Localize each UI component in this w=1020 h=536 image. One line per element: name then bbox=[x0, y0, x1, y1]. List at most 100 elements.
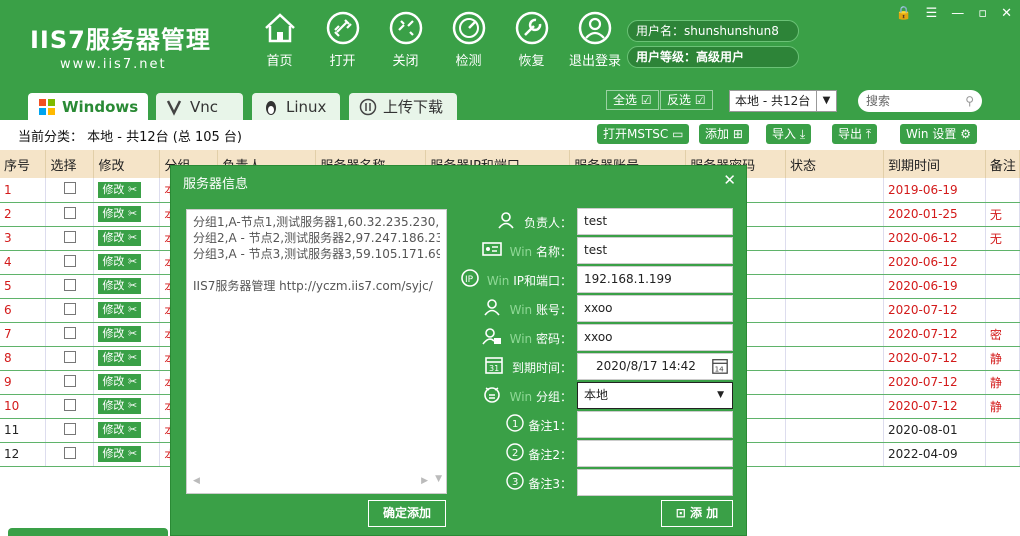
note3-row: 3 备注3： bbox=[451, 469, 736, 498]
col-header[interactable]: 备注 bbox=[985, 150, 1020, 178]
nav-close-button[interactable]: 关闭 bbox=[374, 10, 437, 70]
scroll-left-icon[interactable]: ◀ bbox=[193, 473, 200, 489]
maximize-icon[interactable]: ▫ bbox=[978, 6, 987, 21]
search-input[interactable]: 搜索 ⚲ bbox=[858, 90, 982, 112]
open-mstsc-button[interactable]: 打开MSTSC ▭ bbox=[597, 124, 690, 144]
row-modify-button[interactable]: 修改 ✂ bbox=[98, 326, 142, 342]
tab-linux[interactable]: Linux bbox=[252, 93, 340, 120]
bulk-import-textarea[interactable]: 分组1,A-节点1,测试服务器1,60.32.235.230,ad 分组2,A … bbox=[186, 209, 447, 494]
row-modify-button[interactable]: 修改 ✂ bbox=[98, 374, 142, 390]
user-info: 用户名：shunshunshun8 用户等级：高级用户 bbox=[627, 20, 799, 72]
password-row: Win 密码： xxoo bbox=[451, 324, 736, 353]
row-modify-button[interactable]: 修改 ✂ bbox=[98, 446, 142, 462]
row-note: 无 bbox=[985, 202, 1020, 227]
scroll-down-icon[interactable]: ▼ bbox=[435, 471, 442, 487]
toolbar: 当前分类： 本地 - 共12台 (总 105 台) 打开MSTSC ▭ 添加 ⊞… bbox=[0, 120, 1020, 148]
nav-logout-button[interactable]: 退出登录 bbox=[563, 10, 627, 70]
lock-icon[interactable]: 🔒 bbox=[895, 6, 911, 21]
tab-vnc-label: Vnc bbox=[190, 97, 219, 116]
row-modify-button[interactable]: 修改 ✂ bbox=[98, 350, 142, 366]
svg-text:IP: IP bbox=[465, 275, 474, 285]
row-modify-button[interactable]: 修改 ✂ bbox=[98, 302, 142, 318]
menu-icon[interactable]: ☰ bbox=[926, 6, 938, 21]
group-select-field[interactable]: 本地 ▼ bbox=[577, 382, 733, 409]
row-checkbox[interactable] bbox=[63, 206, 76, 219]
row-modify-cell: 修改 ✂ bbox=[93, 322, 161, 347]
row-checkbox[interactable] bbox=[63, 446, 76, 459]
owner-field[interactable]: test bbox=[577, 208, 733, 235]
minimize-icon[interactable]: — bbox=[951, 6, 964, 21]
row-checkbox[interactable] bbox=[63, 230, 76, 243]
nav-check-button[interactable]: 检测 bbox=[437, 10, 500, 70]
dropdown-arrow-icon[interactable]: ▼ bbox=[717, 383, 724, 408]
name-label-text: 名称： bbox=[535, 245, 572, 259]
add-button[interactable]: ⊡ 添 加 bbox=[661, 500, 733, 527]
row-checkbox[interactable] bbox=[63, 302, 76, 315]
scroll-right-icon[interactable]: ▶ bbox=[421, 473, 428, 489]
row-number: 2 bbox=[0, 202, 47, 227]
ip-port-field[interactable]: 192.168.1.199 bbox=[577, 266, 733, 293]
row-status bbox=[785, 298, 884, 323]
row-number: 11 bbox=[0, 418, 47, 443]
confirm-add-button[interactable]: 确定添加 bbox=[368, 500, 446, 527]
row-checkbox[interactable] bbox=[63, 422, 76, 435]
row-checkbox[interactable] bbox=[63, 326, 76, 339]
group-select[interactable]: 本地 - 共12台 ▼ bbox=[729, 90, 837, 112]
col-header[interactable]: 序号 bbox=[0, 150, 47, 178]
col-header[interactable]: 到期时间 bbox=[883, 150, 986, 178]
row-note bbox=[985, 298, 1020, 323]
col-header[interactable]: 修改 bbox=[93, 150, 161, 178]
bottom-scrollbar[interactable] bbox=[8, 528, 168, 536]
col-header[interactable]: 状态 bbox=[785, 150, 884, 178]
row-modify-button[interactable]: 修改 ✂ bbox=[98, 230, 142, 246]
select-all-button[interactable]: 全选 ☑ bbox=[606, 90, 659, 110]
person-icon bbox=[482, 297, 502, 317]
invert-select-button[interactable]: 反选 ☑ bbox=[660, 90, 713, 110]
row-modify-button[interactable]: 修改 ✂ bbox=[98, 422, 142, 438]
row-checkbox[interactable] bbox=[63, 398, 76, 411]
name-field[interactable]: test bbox=[577, 237, 733, 264]
row-expire-date: 2020-01-25 bbox=[883, 202, 986, 227]
ip-row: IP Win IP和端口： 192.168.1.199 bbox=[451, 266, 736, 295]
row-modify-button[interactable]: 修改 ✂ bbox=[98, 206, 142, 222]
close-icon[interactable]: ✕ bbox=[1001, 6, 1012, 21]
win-settings-button[interactable]: Win 设置 ⚙ bbox=[900, 124, 977, 144]
tab-upload-download[interactable]: 上传下载 bbox=[349, 93, 457, 120]
note1-field[interactable] bbox=[577, 411, 733, 438]
row-checkbox[interactable] bbox=[63, 254, 76, 267]
row-modify-button[interactable]: 修改 ✂ bbox=[98, 254, 142, 270]
add-server-button[interactable]: 添加 ⊞ bbox=[699, 124, 749, 144]
row-number: 3 bbox=[0, 226, 47, 251]
checkbox-icon: ☑ bbox=[640, 93, 652, 107]
tab-vnc[interactable]: Vnc bbox=[156, 93, 243, 120]
note3-field[interactable] bbox=[577, 469, 733, 496]
row-modify-button[interactable]: 修改 ✂ bbox=[98, 181, 142, 198]
windows-icon bbox=[38, 98, 56, 116]
calendar-picker-icon[interactable]: 14 bbox=[711, 357, 729, 384]
row-modify-button[interactable]: 修改 ✂ bbox=[98, 278, 142, 294]
modify-label: 修改 bbox=[102, 182, 125, 196]
search-icon[interactable]: ⚲ bbox=[965, 90, 974, 112]
import-button[interactable]: 导入 ⤓ bbox=[766, 124, 812, 144]
note2-row: 2 备注2： bbox=[451, 440, 736, 469]
nav-restore-button[interactable]: 恢复 bbox=[500, 10, 563, 70]
nav-home-button[interactable]: 首页 bbox=[248, 10, 311, 70]
account-field[interactable]: xxoo bbox=[577, 295, 733, 322]
password-label: Win 密码： bbox=[510, 330, 572, 347]
nav-open-button[interactable]: 打开 bbox=[311, 10, 374, 70]
expire-date-field[interactable]: 2020/8/17 14:42 14 bbox=[577, 353, 733, 380]
row-checkbox[interactable] bbox=[63, 374, 76, 387]
password-field[interactable]: xxoo bbox=[577, 324, 733, 351]
row-checkbox[interactable] bbox=[63, 182, 76, 195]
export-button[interactable]: 导出 ⤒ bbox=[832, 124, 878, 144]
col-header[interactable]: 选择 bbox=[45, 150, 95, 178]
row-select-cell bbox=[45, 250, 95, 275]
ip-prefix: Win bbox=[486, 274, 510, 288]
row-modify-button[interactable]: 修改 ✂ bbox=[98, 398, 142, 414]
row-checkbox[interactable] bbox=[63, 350, 76, 363]
dialog-close-icon[interactable]: ✕ bbox=[723, 171, 736, 189]
row-note: 静 bbox=[985, 370, 1020, 395]
tab-windows[interactable]: Windows bbox=[28, 93, 148, 120]
note2-field[interactable] bbox=[577, 440, 733, 467]
row-checkbox[interactable] bbox=[63, 278, 76, 291]
